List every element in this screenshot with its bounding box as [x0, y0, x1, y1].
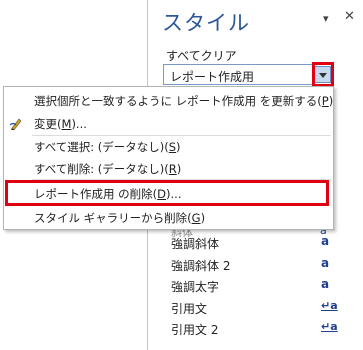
style-item-quote[interactable]: 引用文 ↵a: [147, 297, 363, 319]
menu-item-update-to-match[interactable]: 選択個所と一致するように レポート作成用 を更新する(P): [34, 93, 333, 109]
menu-item-suffix: ): [176, 162, 182, 176]
menu-item-remove-from-gallery[interactable]: スタイル ギャラリーから削除(G): [34, 210, 205, 226]
style-item-label: 強調太字: [171, 280, 220, 294]
linked-style-icon: ↵a: [321, 298, 338, 312]
style-item-quote-2[interactable]: 引用文 2 ↵a: [147, 318, 363, 340]
accelerator-key: R: [168, 162, 177, 176]
dropdown-button-highlight: [312, 62, 334, 87]
delete-item-highlight: [5, 180, 329, 206]
menu-separator: [32, 135, 331, 136]
accelerator-key: M: [61, 117, 72, 131]
menu-item-select-all[interactable]: すべて選択: (データなし)(S): [34, 139, 181, 155]
menu-item-suffix: ): [176, 140, 181, 154]
menu-item-suffix: )...: [71, 117, 87, 131]
character-style-icon: a: [321, 234, 330, 248]
accelerator-key: S: [168, 140, 177, 154]
linked-style-icon: ↵a: [321, 320, 338, 333]
menu-item-label: 変更(: [34, 117, 62, 131]
character-style-icon: a: [321, 255, 330, 270]
style-item-label: 強調斜体 2: [171, 258, 231, 273]
accelerator-key: G: [191, 211, 201, 225]
pane-title: スタイル: [162, 11, 250, 35]
modify-style-icon: [9, 118, 22, 131]
character-style-icon: a: [321, 277, 330, 291]
style-item-emphasis-italic-2[interactable]: 強調斜体 2 a: [147, 254, 363, 276]
style-item-emphasis-italic[interactable]: 強調斜体 a: [147, 232, 363, 254]
style-item-label: 引用文: [171, 301, 208, 316]
pane-options-icon[interactable]: ▾: [323, 12, 329, 25]
style-item-label: 引用文 2: [171, 323, 219, 337]
selected-style-item[interactable]: レポート作成用: [163, 64, 333, 85]
menu-item-label: すべて削除: (データなし)(: [34, 162, 169, 176]
clear-all-item[interactable]: すべてクリア: [166, 47, 237, 64]
selected-style-label: レポート作成用: [170, 70, 255, 84]
close-icon[interactable]: ✕: [344, 9, 355, 24]
menu-item-suffix: ): [328, 94, 334, 108]
menu-item-suffix: ): [200, 211, 206, 225]
menu-item-label: すべて選択: (データなし)(: [34, 140, 169, 154]
context-menu: 選択個所と一致するように レポート作成用 を更新する(P) 変更(M)... す…: [3, 86, 334, 230]
menu-item-label: 選択個所と一致するように レポート作成用 を更新する(: [34, 94, 322, 108]
style-item-label: 強調斜体: [171, 237, 220, 251]
accelerator-key: P: [321, 94, 329, 108]
menu-item-remove-all[interactable]: すべて削除: (データなし)(R): [34, 161, 181, 177]
menu-item-label: スタイル ギャラリーから削除(: [34, 211, 192, 225]
style-item-emphasis-bold[interactable]: 強調太字 a: [147, 275, 363, 297]
styles-list: 強調斜体 a 強調斜体 2 a 強調太字 a 引用文 ↵a 引用文 2 ↵a: [147, 232, 363, 340]
menu-item-modify[interactable]: 変更(M)...: [34, 116, 87, 132]
